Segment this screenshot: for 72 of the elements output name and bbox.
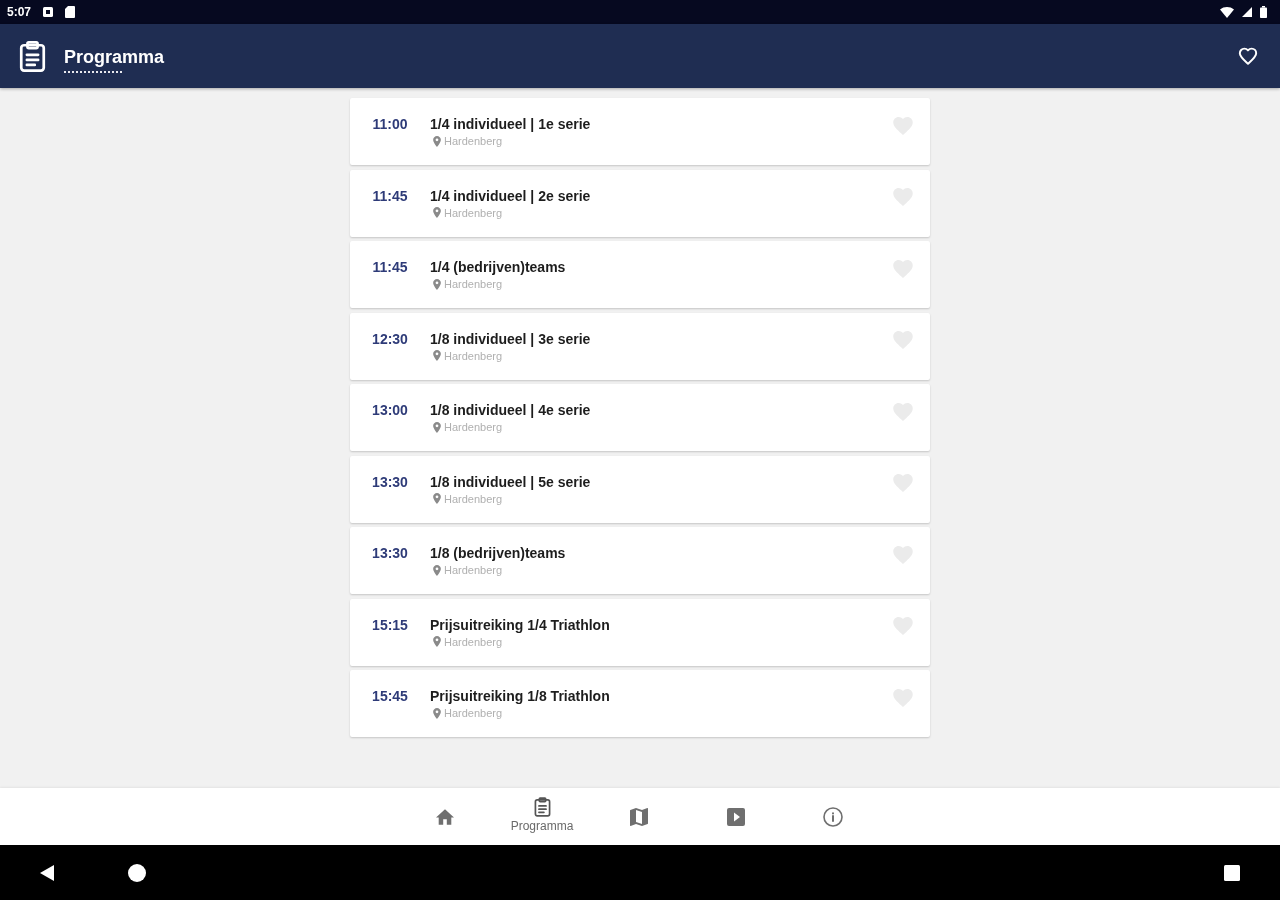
favorites-heart-button[interactable] [1237, 46, 1259, 66]
location-pin-icon [433, 135, 441, 147]
nav-tab[interactable]: Programma [510, 797, 574, 833]
location-pin-icon [433, 493, 441, 504]
signal-icon [1242, 7, 1252, 17]
event-card[interactable]: 13:00 1/8 individueel | 4e serie Hardenberg [350, 384, 930, 451]
wifi-icon [1220, 6, 1234, 18]
location-pin-icon [433, 207, 441, 218]
dotted-underline [64, 70, 122, 73]
back-triangle-icon [40, 864, 54, 881]
location-pin-icon [433, 421, 441, 433]
event-location: Hardenberg [444, 420, 503, 434]
info-icon [823, 806, 843, 827]
nav-tab[interactable] [630, 807, 648, 826]
event-title: Prijsuitreiking 1/8 Triathlon [430, 688, 610, 705]
location-pin-icon [433, 350, 441, 361]
event-location: Hardenberg [444, 205, 503, 220]
location-pin-icon [433, 636, 441, 647]
event-time: 12:30 [371, 330, 409, 348]
event-card[interactable]: 11:45 1/4 individueel | 2e serie Hardenberg [350, 169, 930, 237]
event-time: 15:15 [371, 616, 409, 634]
event-location: Hardenberg [444, 348, 503, 363]
event-time: 13:30 [371, 545, 409, 562]
location-pin-icon [433, 707, 441, 719]
event-location: Hardenberg [444, 634, 503, 649]
app-title: Programma [64, 45, 165, 68]
location-pin-icon [433, 564, 441, 576]
status-time: 5:07 [7, 6, 32, 18]
event-time: 13:30 [371, 473, 409, 491]
event-time: 11:45 [371, 187, 409, 205]
map-icon [630, 807, 648, 826]
location-pin-icon [433, 278, 441, 290]
event-location: Hardenberg [444, 563, 503, 577]
event-card[interactable]: 15:15 Prijsuitreiking 1/4 Triathlon Hardenberg [350, 598, 930, 666]
notification-icon [43, 7, 54, 17]
event-time: 13:00 [371, 402, 409, 419]
event-title: 1/8 individueel | 3e serie [430, 330, 591, 348]
recents-square-icon [1224, 864, 1240, 881]
clipboard-icon [19, 39, 46, 73]
event-location: Hardenberg [444, 491, 503, 506]
event-title: 1/8 individueel | 4e serie [430, 402, 591, 419]
event-card[interactable]: 11:45 1/4 (bedrijven)teams Hardenberg [350, 241, 930, 308]
event-time: 11:00 [371, 116, 409, 133]
event-card[interactable]: 12:30 1/8 individueel | 3e serie Hardenberg [350, 312, 930, 380]
event-title: 1/4 individueel | 1e serie [430, 116, 591, 133]
event-title: 1/8 individueel | 5e serie [430, 473, 591, 491]
event-card[interactable]: 13:30 1/8 (bedrijven)teams Hardenberg [350, 527, 930, 594]
sd-card-icon [65, 6, 76, 18]
recents-button[interactable] [1224, 864, 1240, 881]
event-location: Hardenberg [444, 706, 503, 720]
event-location: Hardenberg [444, 277, 503, 291]
event-location: Hardenberg [444, 134, 503, 148]
event-card[interactable]: 13:30 1/8 individueel | 5e serie Hardenberg [350, 455, 930, 523]
event-time: 15:45 [371, 688, 409, 705]
nav-tab[interactable] [436, 808, 454, 825]
home-circle-icon [128, 863, 146, 882]
home-icon [436, 808, 454, 825]
play-box-icon [727, 807, 745, 826]
event-time: 11:45 [371, 259, 409, 276]
event-title: Prijsuitreiking 1/4 Triathlon [430, 616, 610, 634]
event-title: 1/4 (bedrijven)teams [430, 259, 566, 276]
event-title: 1/8 (bedrijven)teams [430, 545, 566, 562]
nav-tab[interactable] [727, 807, 745, 826]
heart-icon [1238, 47, 1258, 65]
event-card[interactable]: 11:00 1/4 individueel | 1e serie Hardenberg [350, 98, 930, 165]
event-card[interactable]: 15:45 Prijsuitreiking 1/8 Triathlon Hardenberg [350, 670, 930, 737]
nav-tab[interactable] [823, 806, 843, 827]
battery-icon [1260, 6, 1267, 18]
event-title: 1/4 individueel | 2e serie [430, 187, 591, 205]
home-button[interactable] [128, 863, 146, 882]
back-button[interactable] [40, 864, 54, 881]
clipboard-icon [533, 797, 551, 817]
